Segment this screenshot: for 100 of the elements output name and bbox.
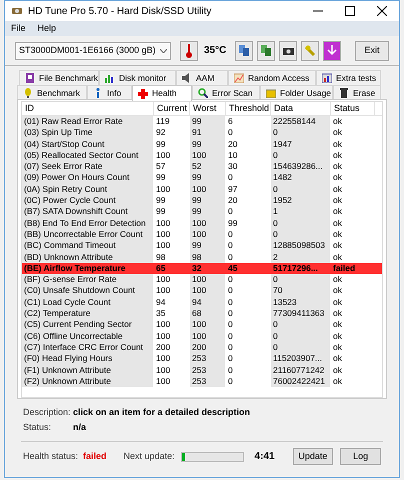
table-cell: 1 xyxy=(271,206,330,218)
table-cell-text: 99 xyxy=(155,138,166,150)
download-icon[interactable] xyxy=(323,40,341,60)
table-cell: (BC) Command Timeout xyxy=(22,240,153,252)
table-cell: 100 xyxy=(190,330,225,342)
table-cell-text: 0 xyxy=(227,308,234,320)
column-header[interactable]: Worst xyxy=(190,102,226,115)
table-cell: (BD) Unknown Attribute xyxy=(22,252,153,263)
maximize-icon[interactable] xyxy=(345,6,355,16)
table-cell: (C6) Offline Uncorrectable xyxy=(22,330,153,342)
table-cell: 12885098503 xyxy=(271,240,330,252)
table-cell: (0A) Spin Retry Count xyxy=(22,184,153,196)
tab[interactable]: Disk monitor xyxy=(99,70,176,85)
update-button[interactable]: Update xyxy=(292,448,334,465)
exit-button[interactable]: Exit xyxy=(355,40,389,60)
column-header[interactable]: ID xyxy=(22,102,154,115)
table-cell-text: 0 xyxy=(227,296,234,308)
table-cell: 99 xyxy=(190,206,225,218)
table-cell: (0C) Power Cycle Count xyxy=(22,195,153,206)
copy-icon[interactable] xyxy=(257,40,275,60)
health-status-label: Health status: xyxy=(23,450,78,463)
tab[interactable]: Random Access xyxy=(228,70,316,85)
table-cell: 91 xyxy=(190,127,225,139)
tab[interactable]: Error Scan xyxy=(192,85,260,100)
menu-item[interactable]: File xyxy=(11,22,26,36)
table-cell-text: 99 xyxy=(155,195,166,206)
table-cell-text: ok xyxy=(332,127,343,139)
tab[interactable]: AAM xyxy=(176,70,228,85)
table-cell: 2 xyxy=(271,252,330,263)
table-cell-text: 100 xyxy=(155,364,172,376)
table-cell: 100 xyxy=(190,285,225,297)
table-cell-text: 99 xyxy=(155,172,166,184)
table-cell: (BB) Uncorrectable Error Count xyxy=(22,228,153,240)
column-header[interactable]: Threshold xyxy=(226,102,271,115)
table-row[interactable]: (BE) Airflow Temperature 65 32 45 51717296... failed xyxy=(22,262,382,274)
column-header[interactable]: Data xyxy=(271,102,331,115)
table-cell: (C0) Unsafe Shutdown Count xyxy=(22,285,153,297)
table-cell-text: 0 xyxy=(227,240,234,252)
tab[interactable]: Folder Usage xyxy=(260,85,333,100)
tab[interactable]: Benchmark xyxy=(17,85,87,100)
table-cell-text: ok xyxy=(332,218,343,229)
table-cell: 70 xyxy=(271,285,330,297)
table-cell-text: 100 xyxy=(155,274,172,286)
table-cell-text: ok xyxy=(332,342,343,354)
caret-icon xyxy=(160,48,167,52)
table-cell-text: 35 xyxy=(155,308,166,320)
table-cell-text: ok xyxy=(332,353,343,365)
table-cell-text: 100 xyxy=(155,319,172,331)
table-cell-text: ok xyxy=(332,172,343,184)
table-cell: 99 xyxy=(190,138,225,150)
log-button[interactable]: Log xyxy=(340,448,381,465)
table-cell-text: ok xyxy=(332,206,343,218)
table-cell: 0 xyxy=(271,228,330,240)
table-cell: 68 xyxy=(190,308,225,320)
copy-icon[interactable] xyxy=(235,40,253,60)
trash-icon xyxy=(339,88,349,98)
close-icon[interactable] xyxy=(377,6,387,16)
table-cell-text: 0 xyxy=(227,330,234,342)
table-cell: (BF) G-sense Error Rate xyxy=(22,274,153,286)
table-cell: 200 xyxy=(190,342,225,354)
column-header[interactable]: Status xyxy=(331,102,375,115)
table-cell: 154639286... xyxy=(271,161,330,172)
speaker-icon xyxy=(182,73,192,83)
table-cell: 100 xyxy=(190,319,225,331)
tab[interactable]: File Benchmark xyxy=(19,70,99,85)
table-cell-text: ok xyxy=(332,319,343,331)
table-cell: 100 xyxy=(190,150,225,162)
table-cell: 0 xyxy=(271,218,330,229)
menu-item[interactable]: Help xyxy=(38,22,56,36)
table-cell: 253 xyxy=(190,364,225,376)
tab[interactable]: Health xyxy=(132,85,192,101)
table-cell: 13523 xyxy=(271,296,330,308)
table-cell-text: 99 xyxy=(155,206,166,218)
table-cell-text: ok xyxy=(332,274,343,286)
column-header[interactable]: Current xyxy=(154,102,190,115)
table-cell: 99 xyxy=(190,172,225,184)
description-label: Description: xyxy=(23,406,72,419)
tab[interactable]: Erase xyxy=(333,85,381,100)
magnifier-icon xyxy=(198,88,208,98)
camera-icon[interactable] xyxy=(279,40,297,60)
table-cell: 52 xyxy=(190,161,225,172)
table-cell-text: 0 xyxy=(227,274,234,286)
plus-icon xyxy=(138,88,148,98)
table-cell-text: 94 xyxy=(155,296,166,308)
table-cell-text: ok xyxy=(332,184,343,196)
table-cell: 99 xyxy=(190,195,225,206)
tab[interactable]: Extra tests xyxy=(316,70,381,85)
table-cell-text: 30 xyxy=(227,161,238,172)
table-cell: (B7) SATA Downshift Count xyxy=(22,206,153,218)
table-cell-text: 0 xyxy=(227,127,234,139)
update-progress-bar xyxy=(180,452,244,462)
table-cell-text: 0 xyxy=(227,353,234,365)
table-cell: 94 xyxy=(190,296,225,308)
table-cell-text: 0 xyxy=(227,228,234,240)
drive-dropdown[interactable]: ST3000DM001-1E6166 (3000 gB) xyxy=(15,42,171,60)
table-cell-text: 119 xyxy=(155,116,171,128)
chart-icon xyxy=(234,73,244,83)
table-cell: 0 xyxy=(271,319,330,331)
tab[interactable]: Info xyxy=(87,85,132,100)
table-cell-text: ok xyxy=(332,195,343,206)
